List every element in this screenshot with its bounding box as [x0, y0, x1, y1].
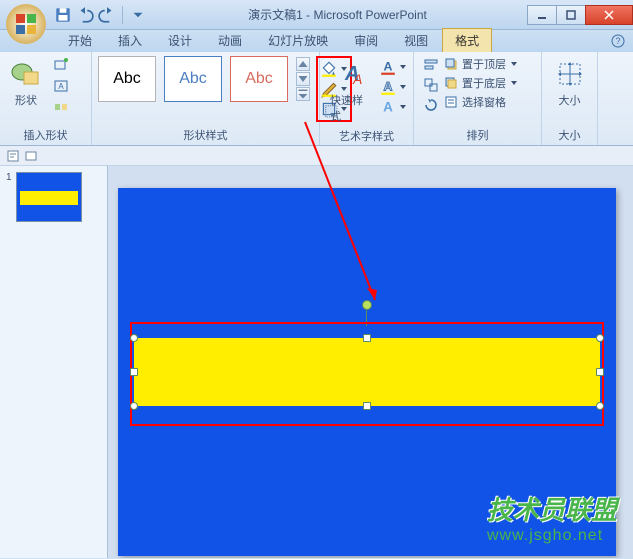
- tab-format[interactable]: 格式: [442, 28, 492, 52]
- shape-style-3[interactable]: Abc: [230, 56, 288, 102]
- more-shapes-icon[interactable]: [52, 98, 70, 116]
- redo-icon[interactable]: [98, 6, 116, 24]
- selection-pane-button[interactable]: 选择窗格: [444, 94, 518, 110]
- watermark: 技术员联盟 www.jsgho.net: [487, 490, 617, 545]
- tab-slideshow[interactable]: 幻灯片放映: [256, 29, 340, 52]
- resize-handle[interactable]: [596, 334, 604, 342]
- ribbon: 形状 A 插入形状 Abc Abc Abc: [0, 52, 633, 146]
- group-insert-shapes-label: 插入形状: [6, 125, 85, 143]
- bring-front-button[interactable]: 置于顶层: [444, 56, 518, 72]
- maximize-button[interactable]: [556, 5, 586, 25]
- resize-handle[interactable]: [130, 402, 138, 410]
- group-wordart-label: 艺术字样式: [326, 126, 407, 144]
- qat-more-icon[interactable]: [129, 6, 147, 24]
- send-back-button[interactable]: 置于底层: [444, 75, 518, 91]
- tab-view[interactable]: 视图: [392, 29, 440, 52]
- quick-access-toolbar: [54, 6, 147, 24]
- gallery-more-icon[interactable]: [296, 87, 310, 101]
- group-shape-styles-label: 形状样式: [98, 125, 313, 143]
- selected-shape[interactable]: [134, 338, 600, 406]
- text-outline-button[interactable]: A: [379, 78, 407, 96]
- slides-view-icon[interactable]: [24, 149, 38, 163]
- edit-shape-icon[interactable]: [52, 56, 70, 74]
- help-icon[interactable]: ?: [611, 34, 625, 48]
- group-size-label: 大小: [548, 125, 591, 143]
- quick-styles-button[interactable]: AA 快速样式: [326, 56, 375, 126]
- resize-handle[interactable]: [596, 402, 604, 410]
- svg-text:A: A: [58, 82, 64, 91]
- group-arrange-label: 排列: [420, 125, 535, 143]
- rotate-icon[interactable]: [422, 96, 440, 114]
- gallery-prev-icon[interactable]: [296, 57, 310, 71]
- tab-insert[interactable]: 插入: [106, 29, 154, 52]
- ribbon-tabs: 开始 插入 设计 动画 幻灯片放映 审阅 视图 格式 ?: [0, 30, 633, 52]
- tab-design[interactable]: 设计: [156, 29, 204, 52]
- outline-view-icon[interactable]: [6, 149, 20, 163]
- shape-style-1[interactable]: Abc: [98, 56, 156, 102]
- slide-thumb-1[interactable]: 1: [6, 172, 101, 222]
- watermark-cn: 技术员联盟: [487, 490, 617, 527]
- titlebar: 演示文稿1 - Microsoft PowerPoint 绘图...: [0, 0, 633, 30]
- tab-home[interactable]: 开始: [56, 29, 104, 52]
- text-fill-button[interactable]: A: [379, 58, 407, 76]
- svg-text:A: A: [352, 71, 362, 87]
- resize-handle[interactable]: [363, 402, 371, 410]
- svg-text:A: A: [384, 59, 393, 73]
- watermark-url: www.jsgho.net: [487, 527, 617, 545]
- resize-handle[interactable]: [596, 368, 604, 376]
- svg-text:?: ?: [615, 36, 620, 46]
- shape-style-2[interactable]: Abc: [164, 56, 222, 102]
- tab-review[interactable]: 审阅: [342, 29, 390, 52]
- minimize-button[interactable]: [527, 5, 557, 25]
- shapes-button[interactable]: 形状: [6, 56, 46, 110]
- svg-text:A: A: [383, 100, 393, 115]
- close-button[interactable]: [585, 5, 633, 25]
- slide-thumb-preview: [16, 172, 82, 222]
- size-button[interactable]: 大小: [550, 56, 590, 110]
- resize-handle[interactable]: [130, 334, 138, 342]
- gallery-next-icon[interactable]: [296, 72, 310, 86]
- resize-handle[interactable]: [363, 334, 371, 342]
- shapes-button-label: 形状: [15, 92, 37, 108]
- office-button[interactable]: [4, 2, 48, 46]
- rotation-handle[interactable]: [362, 300, 372, 310]
- align-icon[interactable]: [422, 56, 440, 74]
- textbox-icon[interactable]: A: [52, 77, 70, 95]
- window-title: 演示文稿1 - Microsoft PowerPoint: [147, 6, 528, 23]
- quick-styles-label: 快速样式: [330, 92, 371, 124]
- slide-thumbnails-panel: 1: [0, 166, 108, 558]
- undo-icon[interactable]: [76, 6, 94, 24]
- resize-handle[interactable]: [130, 368, 138, 376]
- tab-animation[interactable]: 动画: [206, 29, 254, 52]
- group-icon[interactable]: [422, 76, 440, 94]
- save-icon[interactable]: [54, 6, 72, 24]
- view-toolbar: [0, 146, 633, 166]
- text-effects-button[interactable]: A: [379, 98, 407, 116]
- svg-text:A: A: [384, 79, 393, 93]
- size-button-label: 大小: [559, 92, 581, 108]
